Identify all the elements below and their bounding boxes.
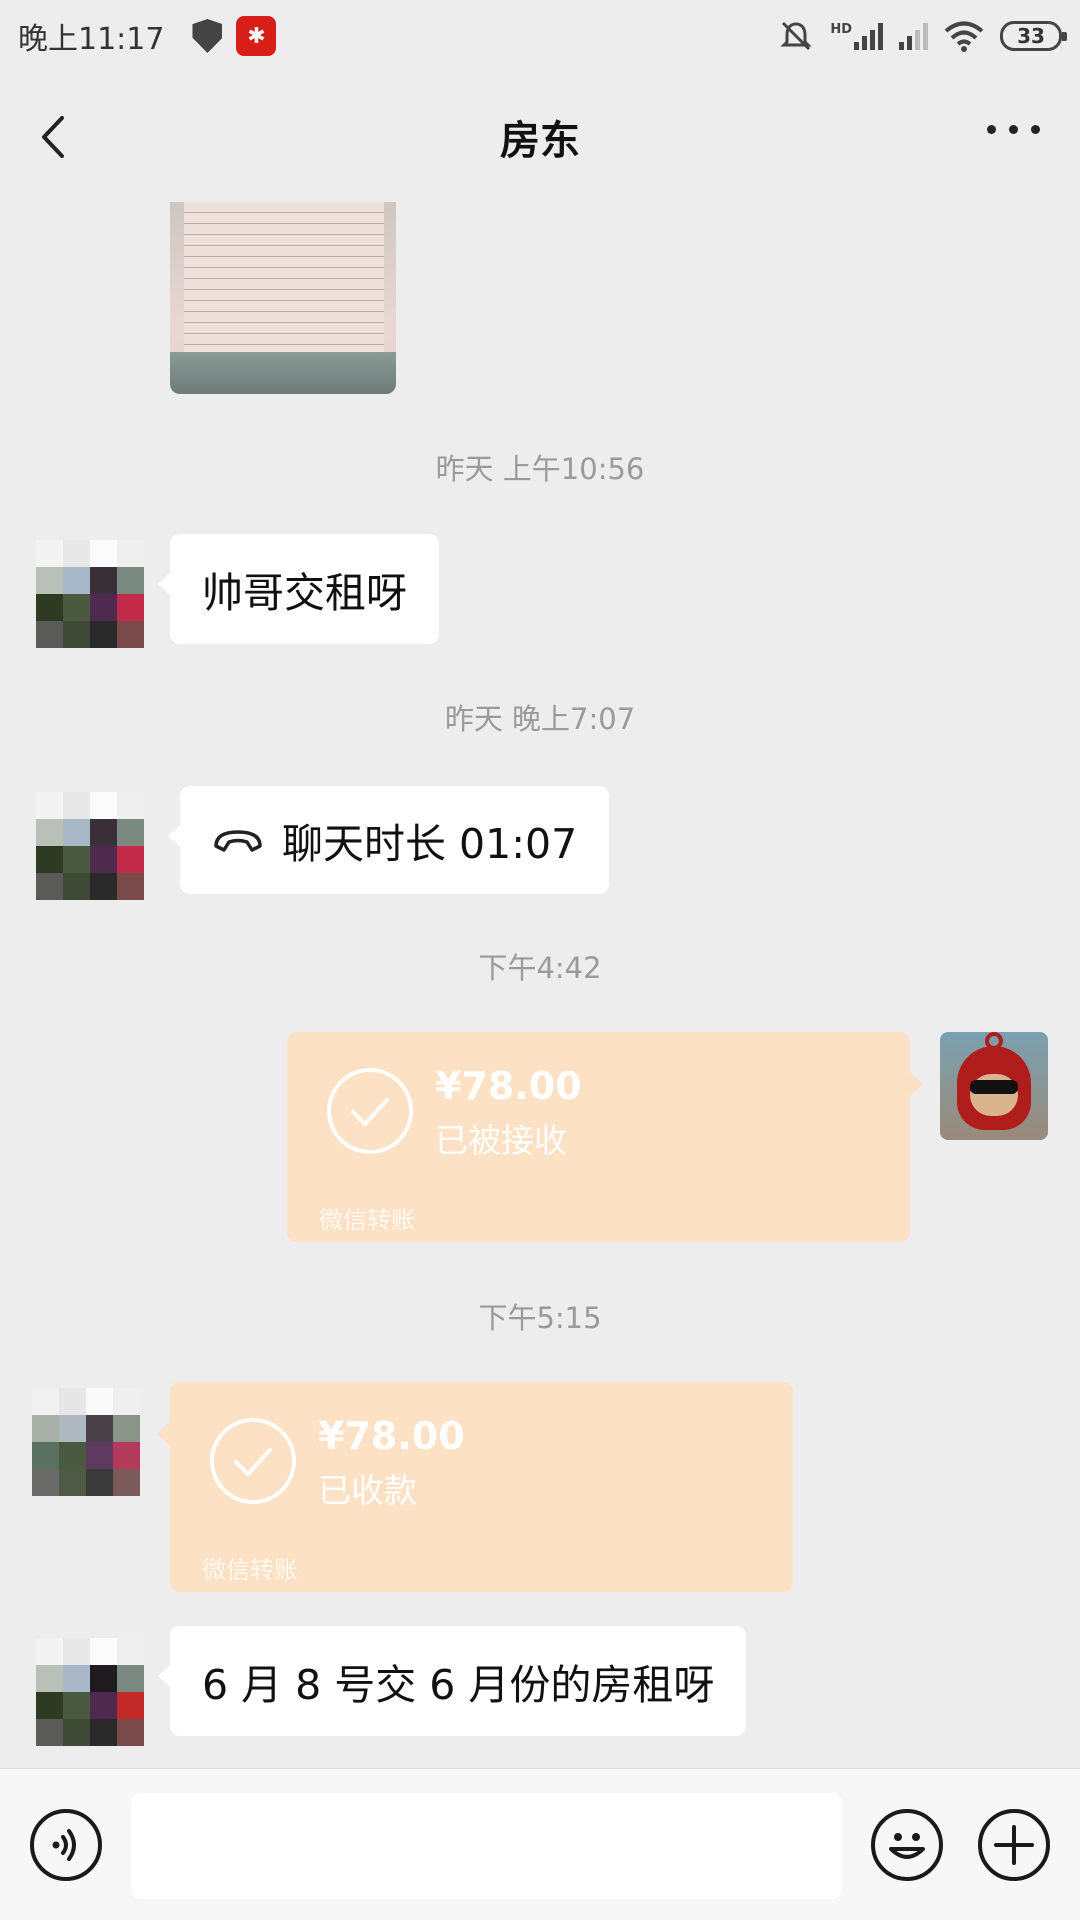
text-message[interactable]: 帅哥交租呀: [158, 534, 439, 644]
status-bar: 晚上11:17 ✱ HD 33: [0, 0, 1080, 72]
voice-input-button[interactable]: [30, 1809, 102, 1881]
wifi-icon: [944, 21, 984, 52]
message-input[interactable]: [131, 1793, 842, 1899]
landlord-avatar[interactable]: [32, 1388, 140, 1496]
battery-level: 33: [1017, 24, 1045, 48]
app-notification-icon: ✱: [236, 16, 277, 56]
emoji-button[interactable]: [871, 1809, 943, 1881]
landlord-avatar[interactable]: [36, 540, 144, 648]
transfer-status: 已被接收: [435, 1121, 567, 1160]
phone-hangup-icon: [214, 830, 262, 852]
plus-icon: [994, 1825, 1034, 1865]
battery-indicator: 33: [1000, 21, 1067, 51]
transfer-status: 已收款: [318, 1471, 417, 1510]
smiley-icon: [889, 1833, 925, 1859]
landlord-avatar[interactable]: [36, 1638, 144, 1746]
transfer-label: 微信转账: [319, 1206, 415, 1234]
chevron-left-icon[interactable]: [30, 112, 80, 162]
signal-hd-icon: HD: [830, 22, 883, 50]
timestamp: 下午4:42: [478, 951, 602, 985]
call-record-message[interactable]: 聊天时长 01:07: [167, 786, 610, 894]
more-icon[interactable]: [987, 125, 1040, 134]
text-message[interactable]: 6 月 8 号交 6 月份的房租呀: [157, 1626, 747, 1736]
voice-icon: [52, 1829, 76, 1861]
shield-icon: [192, 19, 223, 53]
document-photo: [184, 202, 384, 352]
timestamp: 昨天 上午10:56: [435, 452, 645, 486]
check-circle-icon: [210, 1418, 296, 1504]
check-circle-icon: [327, 1068, 413, 1154]
transfer-label: 微信转账: [202, 1556, 298, 1584]
input-bar: [0, 1768, 1080, 1920]
signal-icon: [899, 22, 928, 50]
status-time: 晚上11:17: [18, 22, 165, 57]
chat-title: 房东: [500, 118, 580, 164]
transfer-amount: ¥78.00: [435, 1064, 582, 1108]
transfer-message-sent[interactable]: ¥78.00 已被接收 微信转账: [287, 1032, 923, 1242]
add-button[interactable]: [978, 1809, 1050, 1881]
chat-header: 房东: [0, 72, 1080, 202]
image-message[interactable]: [170, 202, 396, 394]
timestamp: 下午5:15: [478, 1301, 602, 1335]
my-avatar[interactable]: [940, 1032, 1048, 1140]
transfer-message-received[interactable]: ¥78.00 已收款 微信转账: [157, 1382, 793, 1592]
transfer-amount: ¥78.00: [318, 1414, 465, 1458]
timestamp: 昨天 晚上7:07: [444, 702, 636, 736]
mute-bell-icon: [780, 21, 812, 51]
chat-messages[interactable]: 昨天 上午10:56 帅哥交租呀 昨天 晚上7:07 聊天时长 01:07 下午…: [0, 202, 1080, 1768]
landlord-avatar[interactable]: [36, 792, 144, 900]
